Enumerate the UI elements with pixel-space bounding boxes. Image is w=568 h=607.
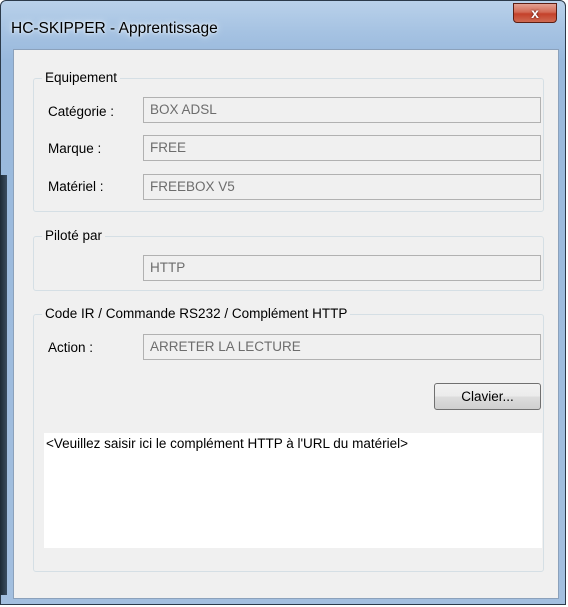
categorie-field: BOX ADSL	[143, 97, 541, 123]
materiel-label: Matériel :	[48, 179, 104, 194]
categorie-label: Catégorie :	[48, 104, 115, 119]
marque-field: FREE	[143, 135, 541, 161]
dialog-client-area: Equipement Catégorie : BOX ADSL Marque :…	[13, 49, 559, 599]
action-field: ARRETER LA LECTURE	[143, 334, 541, 360]
pilote-legend: Piloté par	[42, 228, 106, 243]
materiel-field: FREEBOX V5	[143, 174, 541, 200]
close-button[interactable]: x	[513, 3, 557, 23]
code-legend: Code IR / Commande RS232 / Complément HT…	[42, 306, 351, 321]
action-label: Action :	[48, 340, 94, 355]
clavier-button[interactable]: Clavier...	[434, 383, 541, 410]
equipement-legend: Equipement	[42, 70, 121, 85]
dialog-window: HC-SKIPPER - Apprentissage x Equipement …	[0, 0, 566, 605]
marque-label: Marque :	[48, 141, 102, 156]
close-icon: x	[531, 5, 539, 21]
pilote-field: HTTP	[143, 255, 541, 281]
window-title: HC-SKIPPER - Apprentissage	[11, 20, 218, 37]
http-complement-textarea[interactable]: <Veuillez saisir ici le complément HTTP …	[44, 433, 542, 548]
window-shadow	[0, 175, 7, 595]
title-bar[interactable]: HC-SKIPPER - Apprentissage x	[1, 1, 565, 37]
